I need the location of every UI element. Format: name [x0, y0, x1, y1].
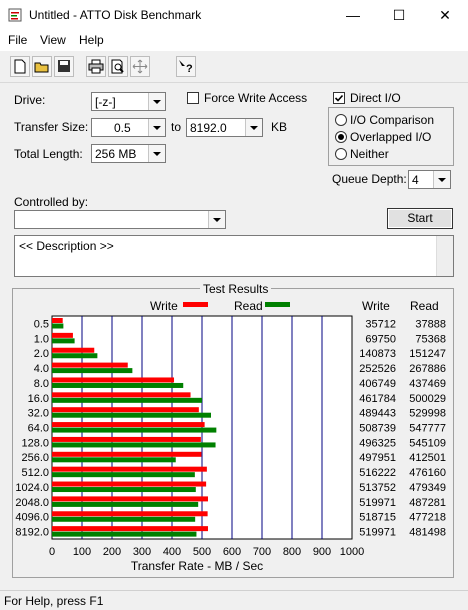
transfer-from-value: 0.5 — [114, 121, 131, 135]
maximize-button[interactable]: ☐ — [376, 0, 422, 31]
force-write-label[interactable]: Force Write Access — [204, 91, 307, 105]
to-label: to — [171, 120, 182, 134]
window-title: Untitled - ATTO Disk Benchmark — [29, 8, 202, 22]
queue-depth-select[interactable]: 4 — [408, 170, 451, 189]
checkmark-icon — [334, 94, 344, 102]
print-icon — [88, 59, 104, 74]
total-length-label: Total Length: — [14, 147, 83, 161]
help-icon: ? — [179, 60, 193, 74]
overlapped-io-label[interactable]: Overlapped I/O — [350, 130, 431, 144]
print-preview-icon — [111, 59, 124, 74]
menu-file[interactable]: File — [8, 33, 27, 47]
new-icon — [14, 59, 26, 74]
print-button[interactable] — [86, 56, 106, 77]
chevron-down-icon[interactable] — [245, 119, 262, 136]
results-group — [12, 288, 454, 578]
save-button[interactable] — [54, 56, 74, 77]
close-button[interactable]: ✕ — [422, 0, 468, 31]
transfer-size-label: Transfer Size: — [14, 120, 89, 134]
results-title: Test Results — [200, 282, 272, 296]
overlapped-io-radio[interactable] — [335, 131, 347, 143]
open-icon — [34, 62, 49, 73]
chevron-down-icon[interactable] — [433, 171, 450, 188]
menu-bar — [0, 31, 468, 51]
svg-text:?: ? — [186, 63, 193, 74]
drive-select[interactable]: [-z-] — [91, 92, 166, 111]
menu-view[interactable]: View — [40, 33, 66, 47]
menu-help[interactable]: Help — [79, 33, 104, 47]
description-field[interactable]: << Description >> — [14, 235, 454, 277]
minimize-button[interactable]: — — [330, 0, 376, 31]
chevron-down-icon[interactable] — [148, 119, 165, 136]
title-bar[interactable]: Untitled - ATTO Disk Benchmark — ☐ ✕ — [0, 0, 468, 31]
description-text: << Description >> — [19, 239, 114, 253]
move-icon — [132, 59, 148, 74]
move-button[interactable] — [130, 56, 150, 77]
transfer-from-select[interactable]: 0.5 — [91, 118, 166, 137]
force-write-checkbox[interactable] — [187, 92, 199, 104]
transfer-to-select[interactable]: 8192.0 — [186, 118, 263, 137]
status-bar: For Help, press F1 — [0, 590, 468, 610]
save-icon — [58, 60, 70, 72]
chevron-down-icon[interactable] — [148, 145, 165, 162]
chevron-down-icon[interactable] — [208, 211, 225, 228]
kb-label: KB — [271, 120, 288, 134]
drive-label: Drive: — [14, 93, 46, 107]
queue-depth-value: 4 — [412, 173, 419, 187]
controlled-by-select[interactable] — [14, 210, 226, 229]
drive-value: [-z-] — [95, 95, 116, 109]
print-preview-button[interactable] — [108, 56, 128, 77]
description-scrollbar[interactable] — [436, 236, 453, 276]
direct-io-checkbox[interactable] — [333, 92, 345, 104]
open-button[interactable] — [32, 56, 52, 77]
start-button[interactable]: Start — [387, 208, 453, 229]
transfer-to-value: 8192.0 — [190, 121, 227, 135]
new-button[interactable] — [10, 56, 30, 77]
total-length-select[interactable]: 256 MB — [91, 144, 166, 163]
context-help-button[interactable]: ? — [176, 56, 196, 77]
controlled-by-label: Controlled by: — [14, 195, 89, 209]
chevron-down-icon[interactable] — [148, 93, 165, 110]
queue-depth-label: Queue Depth: — [332, 172, 407, 186]
neither-label[interactable]: Neither — [350, 147, 389, 161]
io-comparison-radio[interactable] — [335, 114, 347, 126]
direct-io-label[interactable]: Direct I/O — [350, 91, 401, 105]
neither-radio[interactable] — [335, 148, 347, 160]
status-text: For Help, press F1 — [4, 594, 104, 608]
app-icon — [8, 8, 22, 22]
io-comparison-label[interactable]: I/O Comparison — [350, 113, 434, 127]
total-length-value: 256 MB — [95, 147, 137, 161]
